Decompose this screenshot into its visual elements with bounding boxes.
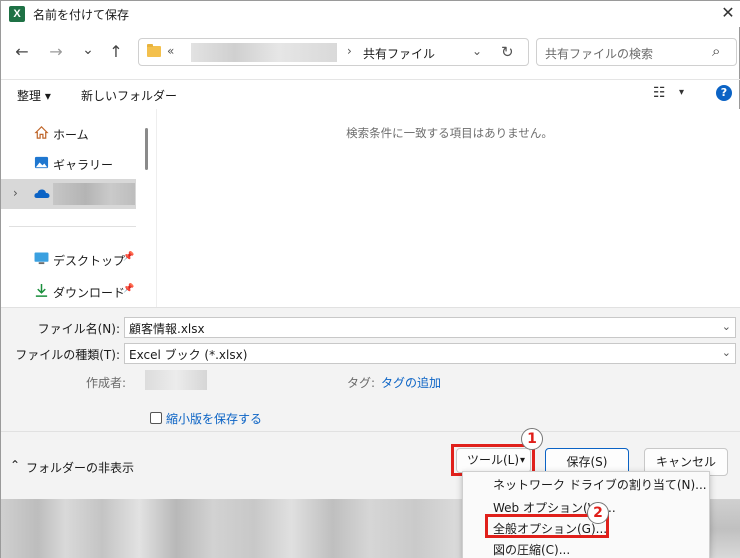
title-bar: X 名前を付けて保存 ✕ [1, 1, 740, 27]
address-bar[interactable]: « › 共有ファイル ⌄ ↻ [138, 38, 529, 66]
author-label: 作成者: [86, 376, 127, 390]
save-options-panel: ファイル名(N): 顧客情報.xlsx ⌄ ファイルの種類(T): Excel … [1, 307, 740, 431]
pin-icon[interactable]: 📌 [123, 284, 134, 294]
onedrive-icon [34, 189, 50, 198]
filetype-chevron-icon[interactable]: ⌄ [722, 346, 731, 359]
step-2-marker: 2 [587, 502, 609, 524]
search-input[interactable]: 共有ファイルの検索 ⌕ [536, 38, 737, 66]
close-icon[interactable]: ✕ [718, 3, 738, 23]
tools-button-label: ツール(L) [467, 453, 520, 467]
pin-icon[interactable]: 📌 [123, 252, 134, 262]
path-redacted [191, 43, 337, 62]
organize-button[interactable]: 整理 ▾ [17, 87, 51, 104]
author-value-redacted[interactable] [145, 370, 207, 390]
empty-results-message: 検索条件に一致する項目はありません。 [346, 126, 553, 140]
path-overflow-icon[interactable]: « [167, 44, 174, 58]
filename-field[interactable]: 顧客情報.xlsx ⌄ [124, 317, 736, 338]
add-tags-link[interactable]: タグの追加 [381, 374, 441, 391]
up-arrow-icon[interactable]: ↑ [105, 41, 127, 63]
sidebar-divider [9, 226, 136, 227]
path-dropdown-chevron-icon[interactable]: ⌄ [472, 44, 482, 58]
sidebar-item-onedrive[interactable]: › [1, 179, 136, 209]
background-redacted [710, 499, 740, 558]
sidebar-item-downloads[interactable]: ダウンロード 📌 [1, 277, 141, 305]
sidebar-item-desktop[interactable]: デスクトップ 📌 [1, 245, 141, 273]
sidebar-item-gallery[interactable]: ギャラリー [1, 149, 141, 177]
save-thumbnail-label[interactable]: 縮小版を保存する [166, 410, 262, 427]
filetype-select[interactable]: Excel ブック (*.xlsx) ⌄ [124, 343, 736, 364]
search-icon[interactable]: ⌕ [712, 42, 720, 60]
tags-label: タグ: [347, 376, 376, 390]
back-arrow-icon[interactable]: ← [11, 41, 33, 63]
forward-arrow-icon[interactable]: → [45, 41, 67, 63]
help-icon[interactable]: ? [716, 85, 732, 101]
step-1-marker: 1 [521, 428, 543, 450]
search-placeholder: 共有ファイルの検索 [545, 47, 654, 61]
expand-chevron-icon[interactable]: › [13, 186, 18, 200]
new-folder-button[interactable]: 新しいフォルダー [81, 87, 177, 104]
toolbar-divider [1, 79, 740, 80]
menu-item-map-network-drive[interactable]: ネットワーク ドライブの割り当て(N)... [493, 476, 707, 493]
filetype-label: ファイルの種類(T): [15, 348, 120, 362]
filename-label: ファイル名(N): [37, 322, 120, 336]
save-as-dialog: X 名前を付けて保存 ✕ ← → ⌄ ↑ « › 共有ファイル ⌄ ↻ 共有ファ… [0, 0, 740, 558]
save-thumbnail-checkbox[interactable] [150, 412, 162, 424]
desktop-icon [34, 252, 49, 265]
tools-button[interactable]: ツール(L) ▾ [456, 448, 531, 473]
filename-value: 顧客情報.xlsx [129, 322, 205, 336]
hide-folders-chevron-icon[interactable]: ⌃ [10, 458, 20, 472]
hide-folders-button[interactable]: フォルダーの非表示 [26, 459, 134, 476]
home-icon [34, 126, 49, 139]
view-options-icon[interactable]: ☷ [653, 85, 666, 101]
tools-dropdown-chevron-icon: ▾ [520, 455, 526, 466]
navigation-pane: ホーム ギャラリー › デスクトップ 📌 ダウンロード 📌 [1, 109, 156, 307]
download-icon [35, 283, 48, 297]
gallery-icon [34, 156, 49, 169]
recent-locations-chevron-icon[interactable]: ⌄ [77, 39, 99, 61]
menu-item-general-options[interactable]: 全般オプション(G)... [493, 520, 607, 537]
window-title: 名前を付けて保存 [33, 8, 130, 22]
path-separator-icon: › [347, 44, 352, 58]
filetype-value: Excel ブック (*.xlsx) [129, 348, 248, 362]
onedrive-label-redacted [53, 183, 135, 205]
sidebar-item-label: デスクトップ [53, 254, 126, 268]
tools-menu: ネットワーク ドライブの割り当て(N)... Web オプション(W)... 全… [462, 471, 710, 558]
sidebar-item-label: ギャラリー [53, 158, 114, 172]
folder-icon [147, 44, 161, 57]
sidebar-item-label: ホーム [53, 128, 89, 142]
sidebar-item-label: ダウンロード [53, 286, 126, 300]
background-redacted [1, 499, 462, 558]
menu-item-compress-pictures[interactable]: 図の圧縮(C)... [493, 541, 570, 558]
excel-app-icon: X [9, 6, 25, 22]
breadcrumb-current[interactable]: 共有ファイル [363, 45, 435, 62]
refresh-icon[interactable]: ↻ [501, 43, 514, 61]
file-list[interactable]: 検索条件に一致する項目はありません。 [156, 109, 740, 307]
sidebar-item-home[interactable]: ホーム [1, 119, 141, 147]
view-options-chevron-icon[interactable]: ▾ [679, 87, 684, 98]
filename-chevron-icon[interactable]: ⌄ [722, 320, 731, 333]
sidebar-scrollbar[interactable] [145, 128, 148, 170]
